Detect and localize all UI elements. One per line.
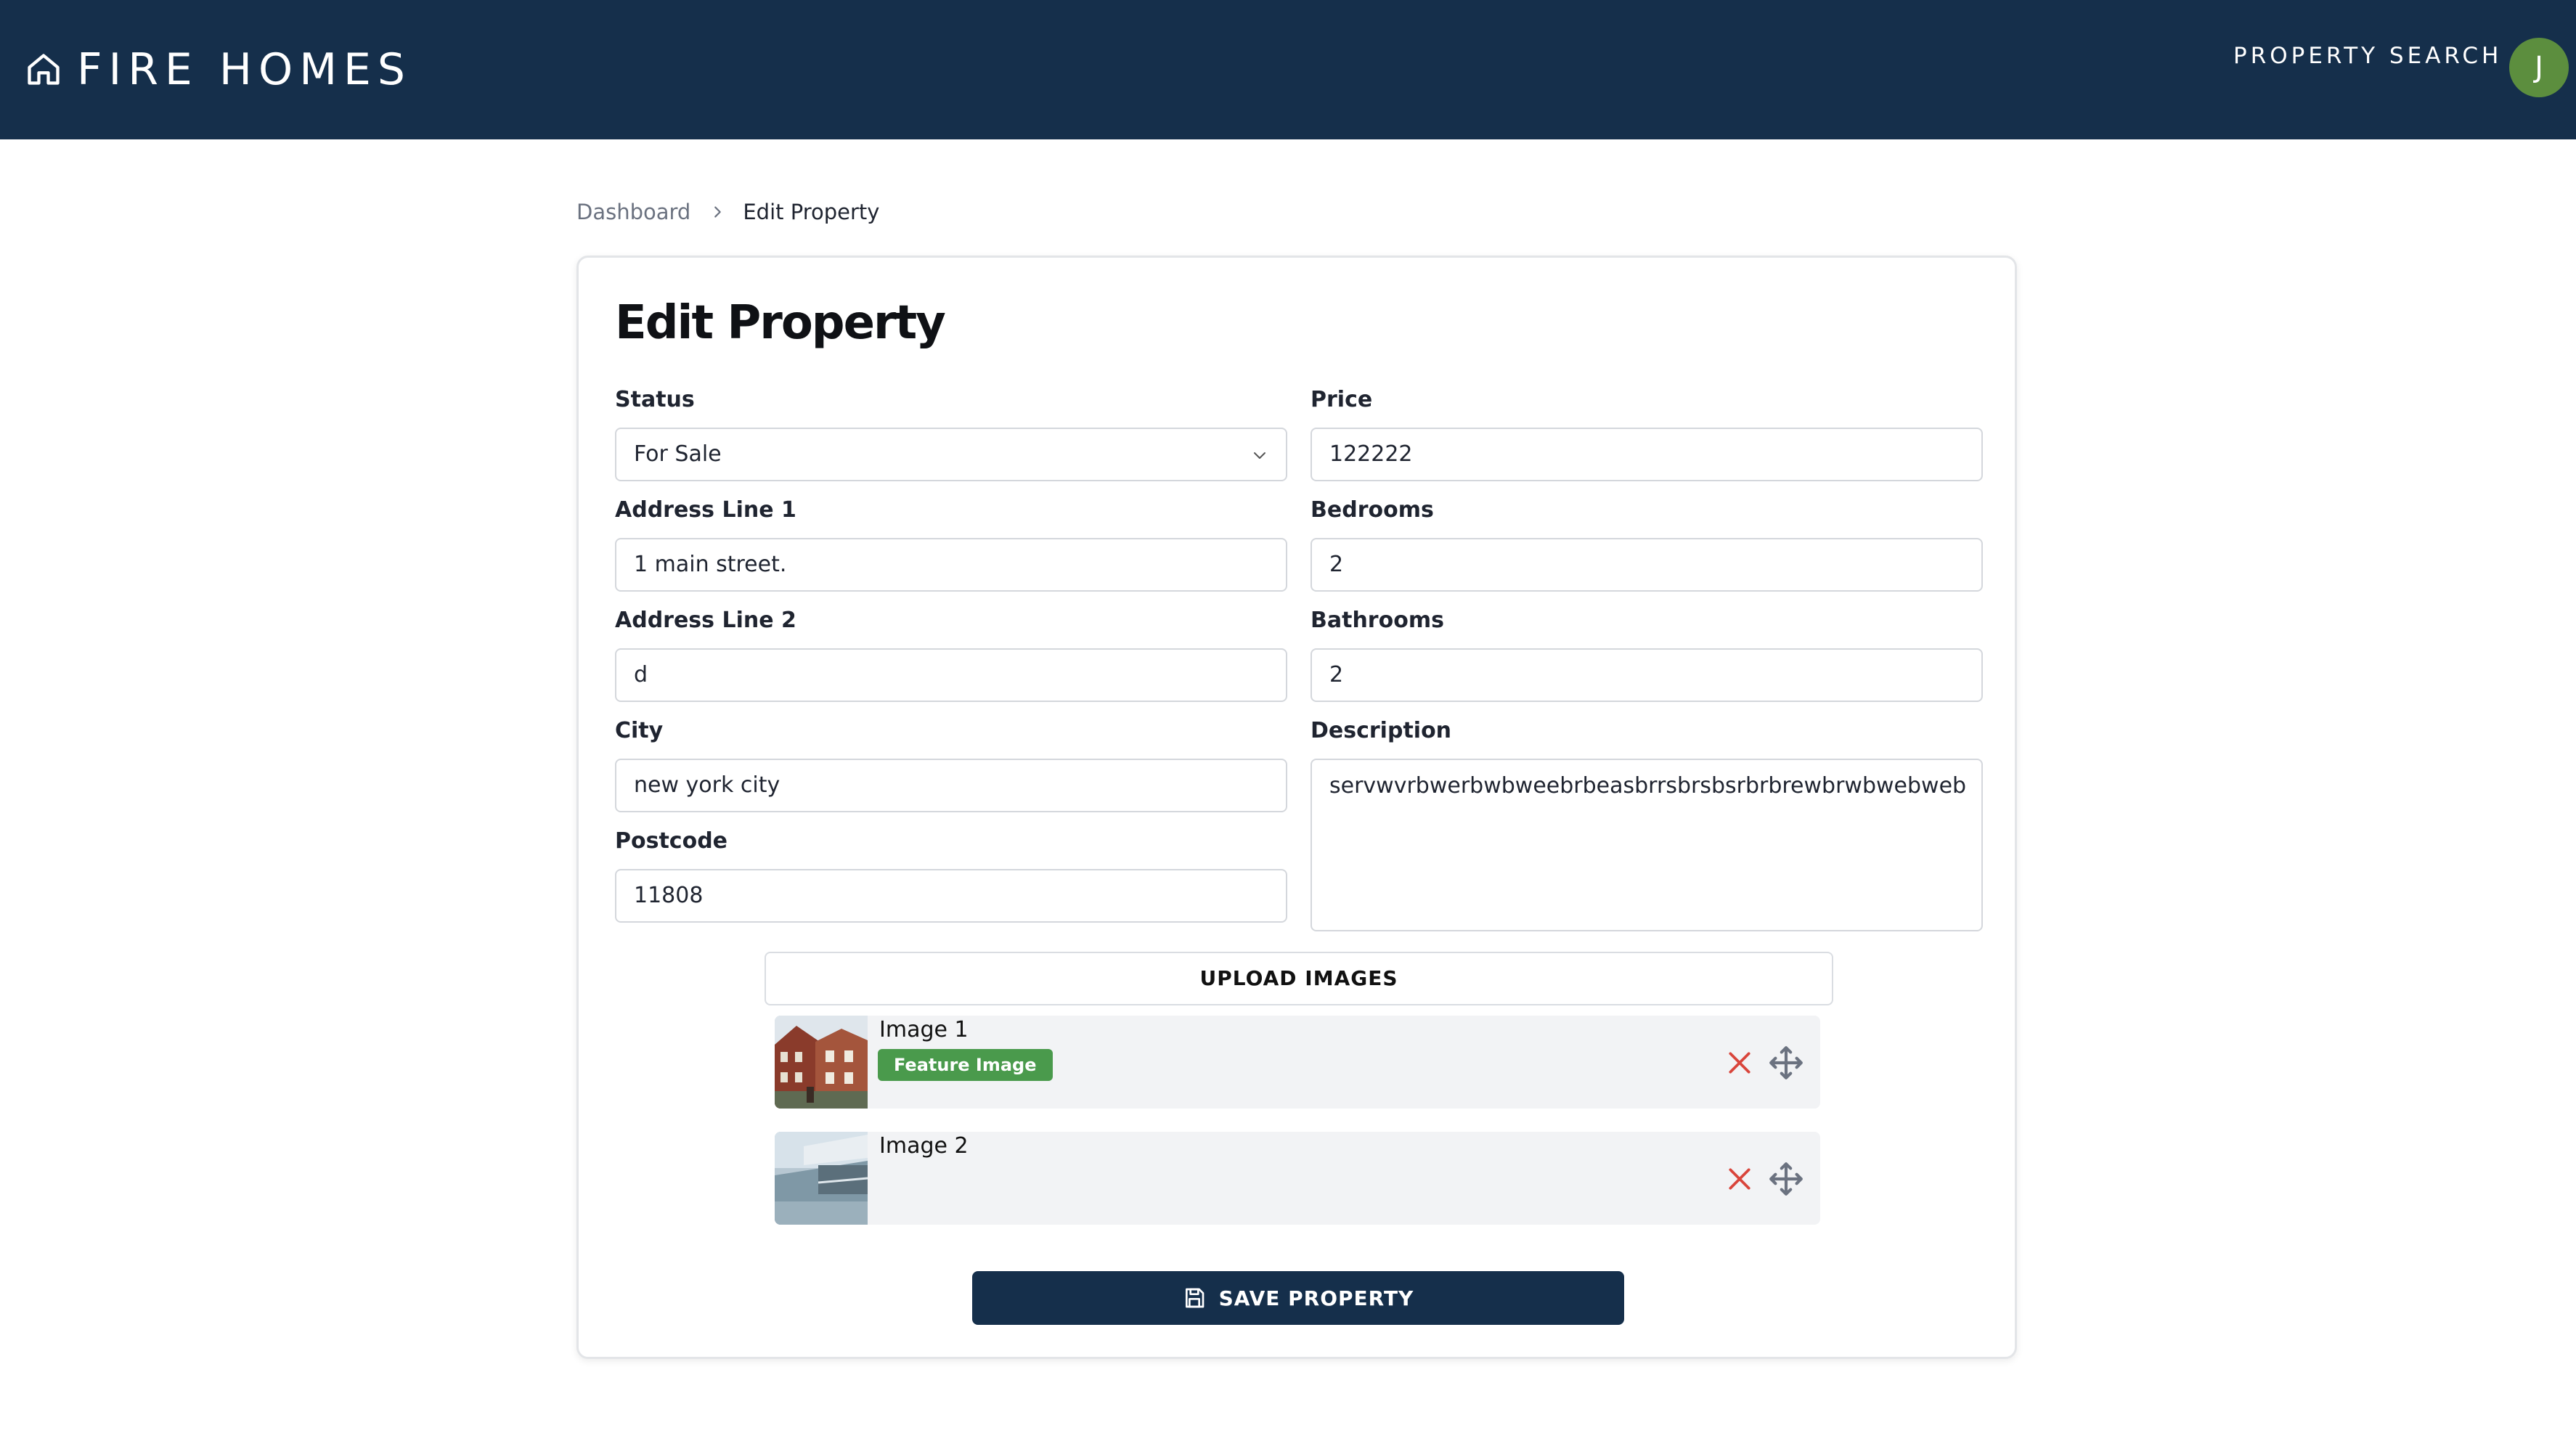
brand-logo[interactable]: FIRE HOMES	[25, 42, 412, 97]
save-property-button[interactable]: SAVE PROPERTY	[972, 1271, 1624, 1325]
address2-label: Address Line 2	[615, 608, 796, 633]
image-list-item[interactable]: Image 1 Feature Image	[775, 1016, 1820, 1109]
upload-images-button[interactable]: UPLOAD IMAGES	[765, 952, 1833, 1005]
status-select[interactable]: For Sale	[615, 428, 1287, 481]
image-title: Image 2	[879, 1133, 969, 1159]
move-icon[interactable]	[1768, 1045, 1804, 1081]
top-bar: FIRE HOMES PROPERTY SEARCH J	[0, 0, 2576, 139]
image-title: Image 1	[879, 1017, 969, 1042]
breadcrumb-current: Edit Property	[743, 200, 880, 224]
price-input[interactable]: 122222	[1311, 428, 1983, 481]
image-thumbnail	[775, 1016, 868, 1109]
city-label: City	[615, 718, 664, 743]
bedrooms-label: Bedrooms	[1311, 497, 1434, 523]
feature-image-badge: Feature Image	[878, 1049, 1053, 1081]
home-icon	[28, 54, 60, 85]
image-thumbnail	[775, 1132, 868, 1225]
nav-property-search[interactable]: PROPERTY SEARCH	[2233, 38, 2502, 74]
postcode-label: Postcode	[615, 828, 728, 854]
status-select-value: For Sale	[634, 441, 722, 467]
bathrooms-label: Bathrooms	[1311, 608, 1444, 633]
chevron-down-icon	[1254, 452, 1265, 459]
image-list-item[interactable]: Image 2	[775, 1132, 1820, 1225]
edit-property-card: Edit Property Status For Sale Address Li…	[576, 256, 2017, 1359]
save-property-label: SAVE PROPERTY	[1218, 1286, 1414, 1310]
address1-label: Address Line 1	[615, 497, 796, 523]
status-label: Status	[615, 387, 695, 412]
postcode-input[interactable]: 11808	[615, 869, 1287, 923]
address1-input[interactable]: 1 main street.	[615, 538, 1287, 592]
brand-name: FIRE HOMES	[77, 44, 412, 95]
address2-input[interactable]: d	[615, 648, 1287, 702]
description-textarea[interactable]: servwvrbwerbwbweebrbeasbrrsbrsbsrbrbrewb…	[1311, 759, 1983, 931]
avatar[interactable]: J	[2509, 38, 2569, 97]
close-icon[interactable]	[1726, 1049, 1753, 1077]
city-input[interactable]: new york city	[615, 759, 1287, 812]
breadcrumb: Dashboard Edit Property	[576, 196, 879, 228]
description-label: Description	[1311, 718, 1452, 743]
price-label: Price	[1311, 387, 1373, 412]
bathrooms-input[interactable]: 2	[1311, 648, 1983, 702]
move-icon[interactable]	[1768, 1161, 1804, 1197]
page-title: Edit Property	[615, 296, 946, 350]
close-icon[interactable]	[1726, 1165, 1753, 1193]
chevron-right-icon	[714, 206, 722, 218]
breadcrumb-dashboard-link[interactable]: Dashboard	[576, 200, 690, 224]
save-icon	[1185, 1288, 1204, 1308]
bedrooms-input[interactable]: 2	[1311, 538, 1983, 592]
